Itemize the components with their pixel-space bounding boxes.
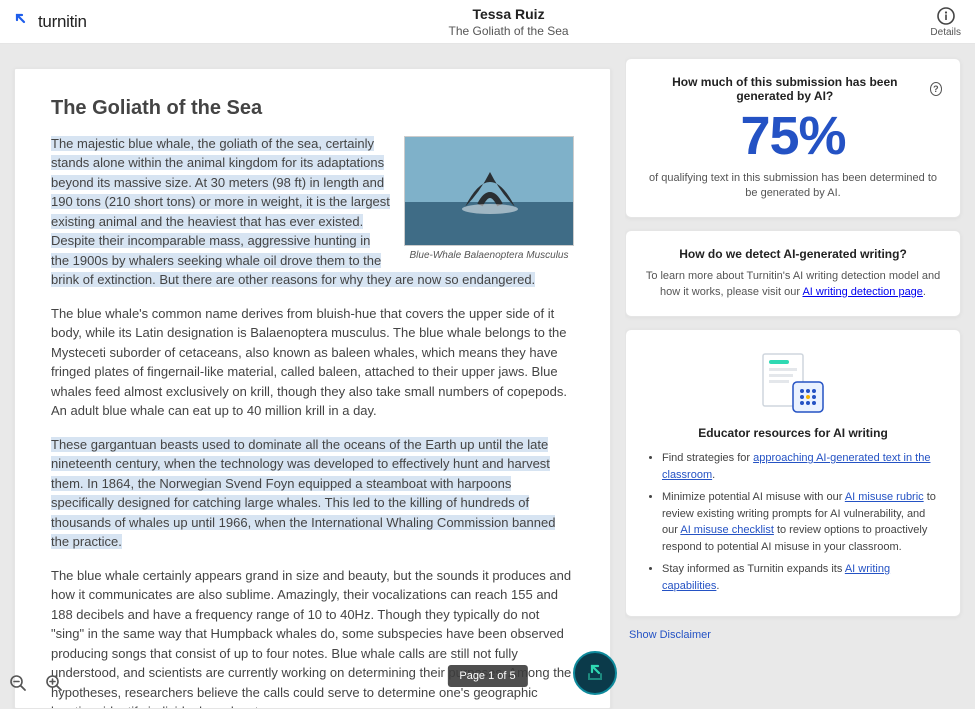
student-name: Tessa Ruiz [448, 6, 568, 24]
zoom-out-button[interactable] [6, 671, 30, 695]
ai-percentage-question: How much of this submission has been gen… [644, 75, 942, 103]
doc-title-small: The Goliath of the Sea [448, 24, 568, 39]
document-column: The Goliath of the Sea Blue-Whale Balaen… [0, 44, 625, 709]
page-counter: Page 1 of 5 [447, 665, 527, 687]
resources-list: Find strategies for approaching AI-gener… [644, 450, 942, 594]
logo-text: turnitin [38, 12, 87, 32]
enter-icon [584, 662, 606, 684]
zoom-out-icon [9, 674, 27, 692]
main-body: The Goliath of the Sea Blue-Whale Balaen… [0, 44, 975, 709]
ai-percentage-card: How much of this submission has been gen… [625, 58, 961, 219]
details-label: Details [930, 27, 961, 38]
app-root: turnitin Tessa Ruiz The Goliath of the S… [0, 0, 975, 709]
detection-link[interactable]: AI writing detection page [802, 286, 922, 298]
detection-info-card: How do we detect AI-generated writing? T… [625, 230, 961, 317]
turnitin-logo-icon [14, 12, 34, 32]
zoom-tools [6, 671, 66, 695]
resources-card: Educator resources for AI writing Find s… [625, 329, 961, 617]
info-icon [936, 6, 956, 26]
document-paper: The Goliath of the Sea Blue-Whale Balaen… [14, 68, 611, 709]
resources-title: Educator resources for AI writing [644, 426, 942, 440]
details-button[interactable]: Details [930, 6, 961, 38]
list-item: Minimize potential AI misuse with our AI… [662, 489, 942, 555]
paragraph-2: The blue whale's common name derives fro… [51, 304, 574, 421]
figure: Blue-Whale Balaenoptera Musculus [404, 136, 574, 262]
logo: turnitin [14, 12, 87, 32]
figure-caption: Blue-Whale Balaenoptera Musculus [404, 250, 574, 262]
doc-title-block: Tessa Ruiz The Goliath of the Sea [448, 6, 568, 39]
paragraph-3: These gargantuan beasts used to dominate… [51, 435, 574, 552]
paragraph-4: The blue whale certainly appears grand i… [51, 566, 574, 709]
link-rubric[interactable]: AI misuse rubric [845, 491, 924, 503]
side-panel: How much of this submission has been gen… [625, 44, 975, 709]
zoom-in-icon [45, 674, 63, 692]
help-icon[interactable]: ? [930, 82, 942, 96]
list-item: Find strategies for approaching AI-gener… [662, 450, 942, 483]
whale-photo [404, 136, 574, 246]
zoom-in-button[interactable] [42, 671, 66, 695]
link-checklist[interactable]: AI misuse checklist [680, 524, 774, 536]
top-bar: turnitin Tessa Ruiz The Goliath of the S… [0, 0, 975, 44]
list-item: Stay informed as Turnitin expands its AI… [662, 561, 942, 594]
ai-percentage-value: 75% [644, 109, 942, 163]
detection-question: How do we detect AI-generated writing? [644, 247, 942, 261]
show-disclaimer-link[interactable]: Show Disclaimer [625, 629, 961, 641]
ai-percentage-sub: of qualifying text in this submission ha… [644, 171, 942, 202]
floating-action-button[interactable] [573, 651, 617, 695]
detection-text: To learn more about Turnitin's AI writin… [644, 269, 942, 300]
document-heading: The Goliath of the Sea [51, 97, 574, 120]
resources-illustration [644, 346, 942, 418]
